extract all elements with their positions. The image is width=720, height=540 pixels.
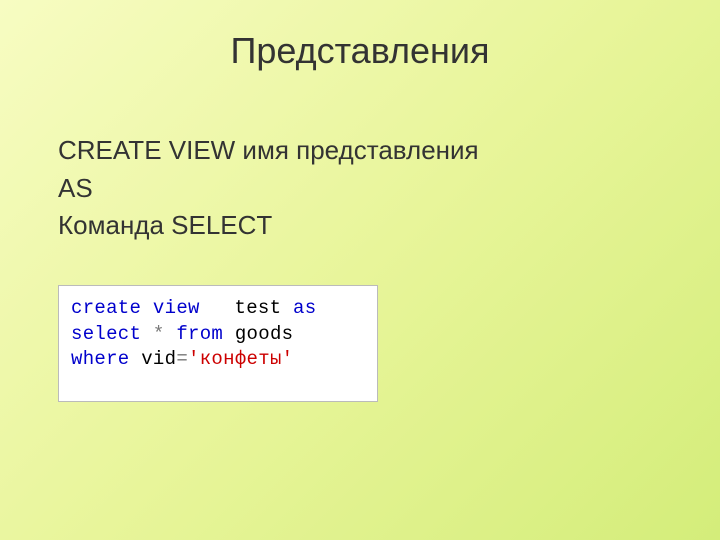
slide: Представления CREATE VIEW имя представле… — [0, 0, 720, 540]
code-line-2: select * from goods — [71, 322, 365, 348]
kw-from: from — [176, 323, 223, 345]
kw-create: create — [71, 297, 141, 319]
code-line-3: where vid='конфеты' — [71, 347, 365, 373]
ident-test: test — [235, 297, 282, 319]
code-block: create view test as select * from goods … — [58, 285, 378, 402]
kw-view: view — [153, 297, 200, 319]
code-line-1: create view test as — [71, 296, 365, 322]
op-eq: = — [176, 348, 188, 370]
body-line-2: AS — [58, 170, 670, 208]
slide-title: Представления — [50, 30, 670, 72]
body-line-1: CREATE VIEW имя представления — [58, 132, 670, 170]
ident-vid: vid — [141, 348, 176, 370]
kw-as: as — [293, 297, 316, 319]
str-value: 'конфеты' — [188, 348, 293, 370]
ident-goods: goods — [235, 323, 294, 345]
kw-select: select — [71, 323, 141, 345]
body-line-3: Команда SELECT — [58, 207, 670, 245]
body-text: CREATE VIEW имя представления AS Команда… — [50, 132, 670, 245]
kw-where: where — [71, 348, 130, 370]
op-star: * — [153, 323, 165, 345]
